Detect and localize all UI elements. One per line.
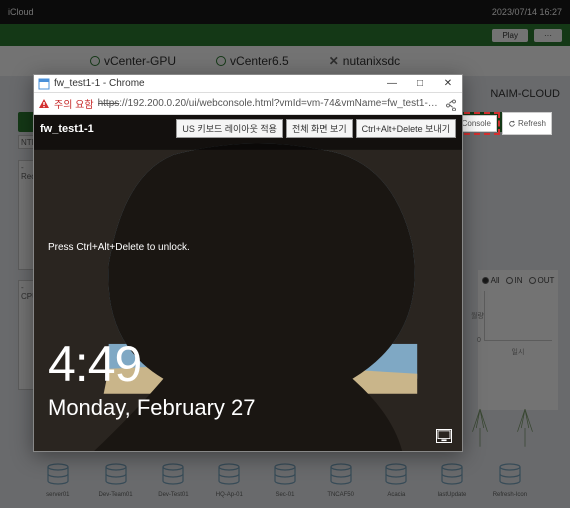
warning-icon bbox=[38, 98, 50, 110]
fullscreen-button[interactable]: 전체 화면 보기 bbox=[286, 119, 353, 138]
vm-console-viewport[interactable]: fw_test1-1 US 키보드 레이아웃 적용 전체 화면 보기 Ctrl+… bbox=[34, 115, 462, 451]
lock-time: 4:49 bbox=[48, 335, 141, 393]
page-icon bbox=[38, 78, 50, 90]
keyboard-layout-button[interactable]: US 키보드 레이아웃 적용 bbox=[176, 119, 283, 138]
console-toolbar: fw_test1-1 US 키보드 레이아웃 적용 전체 화면 보기 Ctrl+… bbox=[34, 115, 462, 142]
share-icon[interactable] bbox=[444, 97, 458, 111]
window-title: fw_test1-1 - Chrome bbox=[54, 78, 378, 89]
lock-date: Monday, February 27 bbox=[48, 395, 255, 421]
minimize-button[interactable]: — bbox=[378, 75, 406, 92]
close-button[interactable]: ✕ bbox=[434, 75, 462, 92]
url-text: https://192.200.0.20/ui/webconsole.html?… bbox=[98, 98, 440, 109]
chrome-popup-window: fw_test1-1 - Chrome — □ ✕ 주의 요함 https://… bbox=[33, 74, 463, 452]
security-warning: 주의 요함 bbox=[54, 96, 94, 111]
refresh-button[interactable]: Refresh bbox=[502, 112, 552, 135]
chrome-address-bar[interactable]: 주의 요함 https://192.200.0.20/ui/webconsole… bbox=[34, 93, 462, 115]
vm-name-label: fw_test1-1 bbox=[40, 123, 94, 135]
maximize-button[interactable]: □ bbox=[406, 75, 434, 92]
send-cad-button[interactable]: Ctrl+Alt+Delete 보내기 bbox=[356, 119, 456, 138]
unlock-hint: Press Ctrl+Alt+Delete to unlock. bbox=[48, 242, 190, 253]
refresh-icon bbox=[508, 120, 516, 128]
chrome-titlebar[interactable]: fw_test1-1 - Chrome — □ ✕ bbox=[34, 75, 462, 93]
network-icon bbox=[436, 429, 452, 443]
